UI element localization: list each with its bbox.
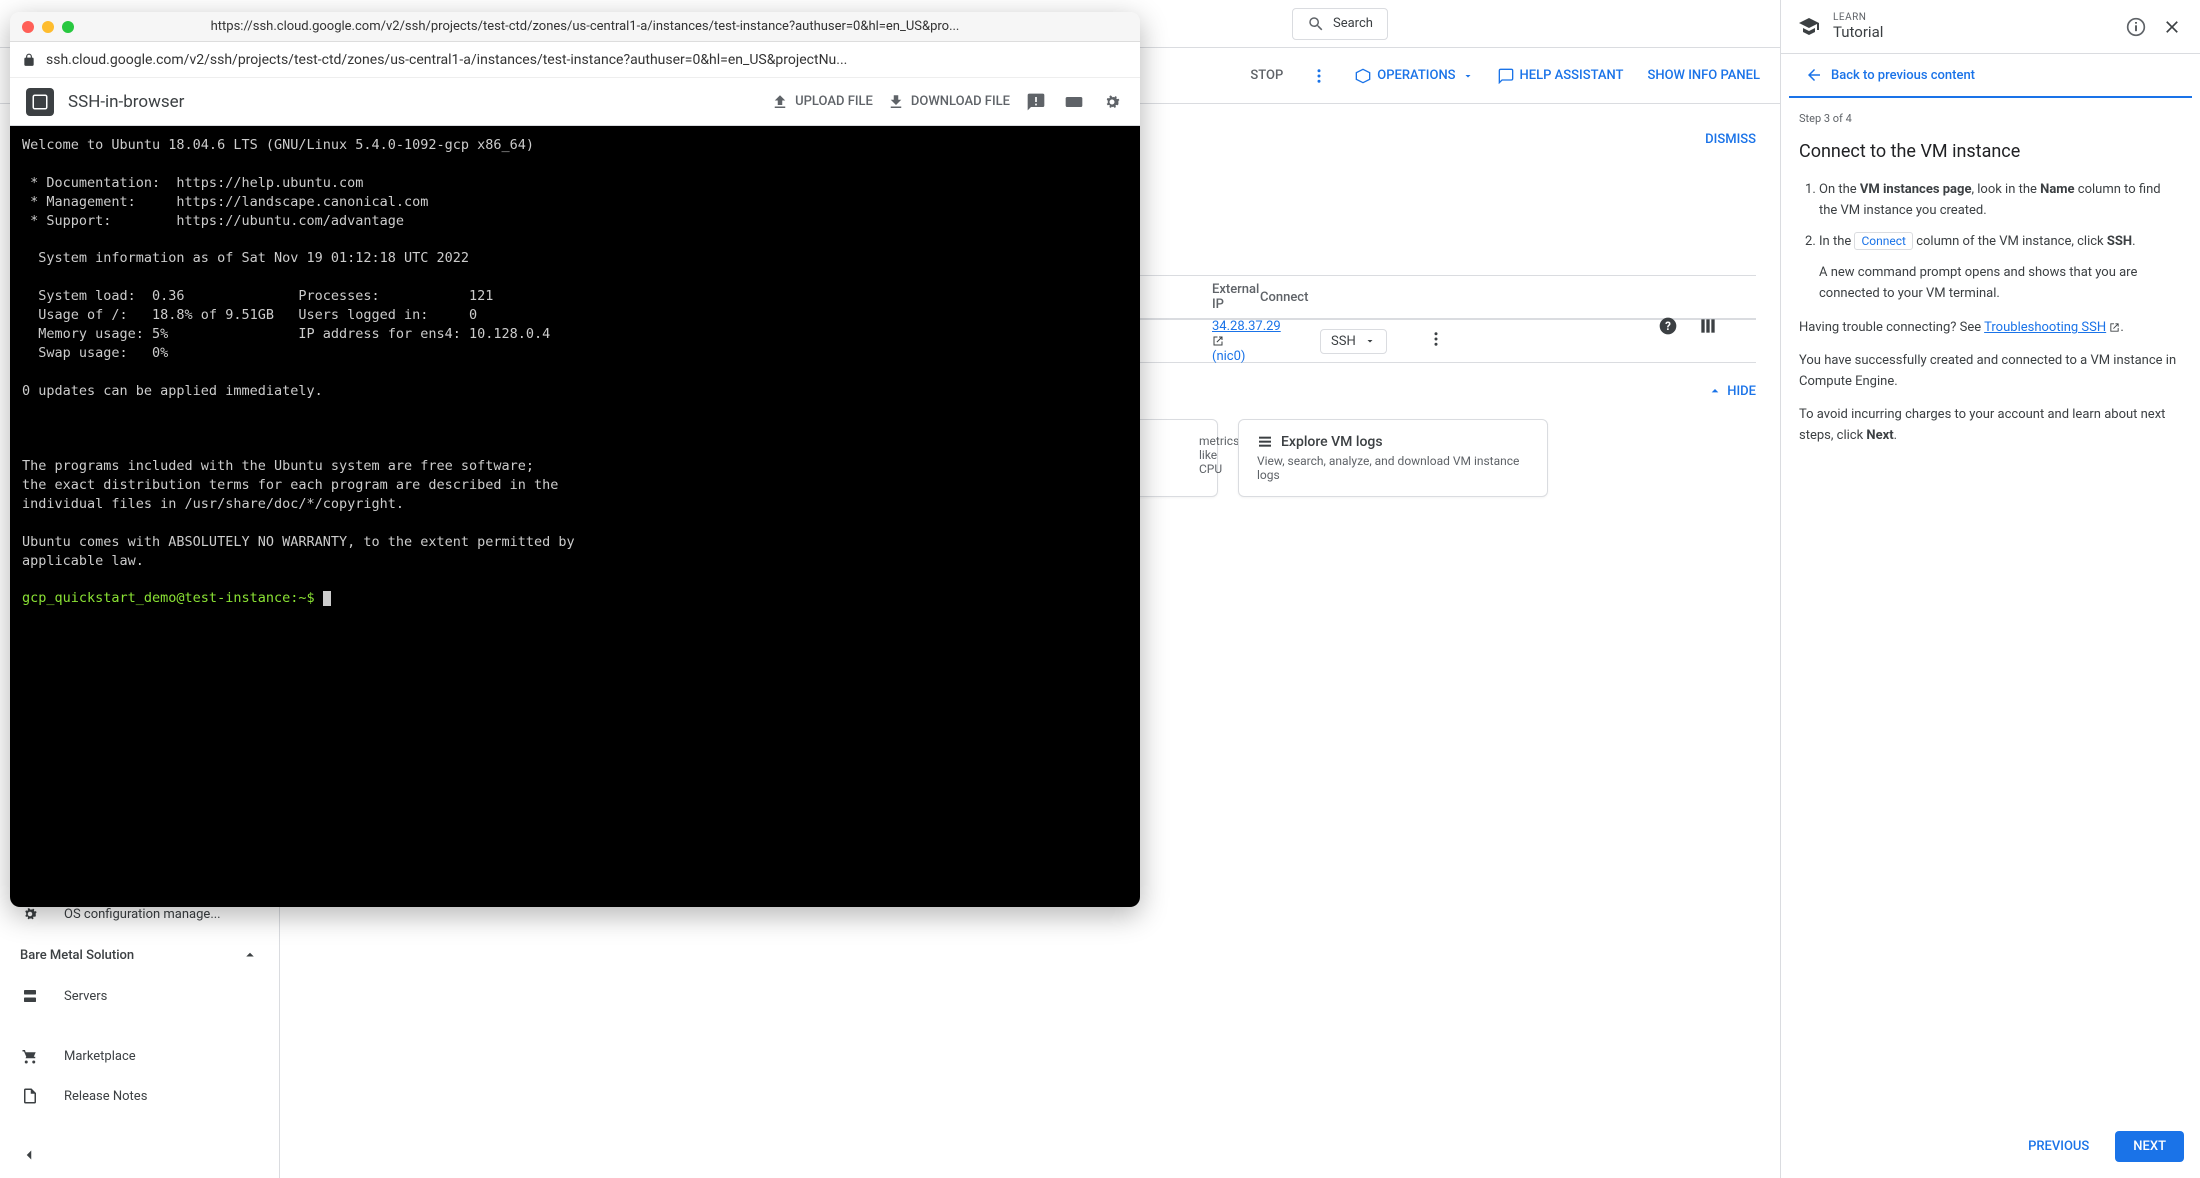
th-connect: Connect	[1212, 290, 1412, 305]
arrow-left-icon	[1805, 66, 1823, 84]
lock-icon	[22, 53, 36, 67]
stop-button[interactable]: STOP	[1250, 68, 1283, 83]
sidebar-item-release-notes[interactable]: Release Notes	[0, 1076, 279, 1116]
troubleshoot-text: Having trouble connecting? See Troublesh…	[1799, 318, 2182, 339]
feedback-icon[interactable]	[1024, 90, 1048, 114]
sidebar-item-label: Servers	[64, 989, 107, 1004]
ssh-connect-button[interactable]: SSH	[1320, 329, 1387, 354]
document-icon	[20, 1086, 40, 1106]
tutorial-title: Tutorial	[1833, 23, 2112, 41]
svg-text:?: ?	[1665, 319, 1671, 333]
terminal[interactable]: Welcome to Ubuntu 18.04.6 LTS (GNU/Linux…	[10, 126, 1140, 907]
columns-icon[interactable]	[1696, 314, 1720, 338]
sidebar-item-label: Release Notes	[64, 1089, 147, 1104]
ssh-window: https://ssh.cloud.google.com/v2/ssh/proj…	[10, 12, 1140, 907]
dismiss-button[interactable]: DISMISS	[1705, 132, 1756, 147]
url-text: ssh.cloud.google.com/v2/ssh/projects/tes…	[46, 52, 1128, 68]
cart-icon	[20, 1046, 40, 1066]
tutorial-panel: LEARN Tutorial Back to previous content …	[1780, 0, 2200, 1178]
search-icon	[1307, 15, 1325, 33]
logs-icon	[1257, 434, 1273, 450]
sidebar-section-bare-metal[interactable]: Bare Metal Solution	[0, 934, 279, 976]
chevron-down-icon	[1462, 70, 1474, 82]
sidebar-item-label: OS configuration manage...	[64, 907, 221, 922]
search-box[interactable]: Search	[1292, 8, 1388, 40]
ssh-logo-icon	[26, 88, 54, 116]
search-label: Search	[1333, 16, 1373, 31]
tutorial-info-icon[interactable]	[2124, 15, 2148, 39]
sidebar-item-marketplace[interactable]: Marketplace	[0, 1036, 279, 1076]
step-item-1: On the VM instances page, look in the Na…	[1819, 180, 2182, 222]
gear-icon	[20, 904, 40, 924]
mac-titlebar[interactable]: https://ssh.cloud.google.com/v2/ssh/proj…	[10, 12, 1140, 42]
overflow-menu-icon[interactable]	[1307, 64, 1331, 88]
settings-icon[interactable]	[1100, 90, 1124, 114]
connect-pill: Connect	[1854, 232, 1912, 250]
back-button[interactable]: Back to previous content	[1789, 54, 2192, 98]
sidebar-item-label: Marketplace	[64, 1049, 136, 1064]
ssh-app-title: SSH-in-browser	[68, 92, 757, 112]
troubleshoot-link[interactable]: Troubleshooting SSH	[1984, 320, 2106, 335]
step-counter: Step 3 of 4	[1799, 110, 2182, 128]
close-window-button[interactable]	[22, 21, 34, 33]
learn-label: LEARN	[1833, 12, 2112, 23]
show-info-panel-button[interactable]: SHOW INFO PANEL	[1647, 68, 1760, 83]
operations-button[interactable]: OPERATIONS	[1355, 68, 1473, 84]
previous-button[interactable]: PREVIOUS	[2014, 1131, 2103, 1162]
ssh-toolbar: SSH-in-browser UPLOAD FILE DOWNLOAD FILE	[10, 78, 1140, 126]
window-title: https://ssh.cloud.google.com/v2/ssh/proj…	[82, 19, 1128, 34]
chevron-left-icon	[20, 1146, 38, 1164]
sidebar-item-servers[interactable]: Servers	[0, 976, 279, 1016]
learn-icon	[1797, 15, 1821, 39]
maximize-window-button[interactable]	[62, 21, 74, 33]
chevron-up-icon	[1707, 383, 1723, 399]
row-menu-icon[interactable]	[1427, 330, 1445, 352]
explore-logs-card[interactable]: Explore VM logs View, search, analyze, a…	[1238, 419, 1548, 497]
minimize-window-button[interactable]	[42, 21, 54, 33]
keyboard-icon[interactable]	[1062, 90, 1086, 114]
collapse-sidebar-button[interactable]	[0, 1136, 58, 1178]
help-assistant-button[interactable]: HELP ASSISTANT	[1498, 68, 1624, 84]
close-tutorial-icon[interactable]	[2160, 15, 2184, 39]
browser-url-bar[interactable]: ssh.cloud.google.com/v2/ssh/projects/tes…	[10, 42, 1140, 78]
download-file-button[interactable]: DOWNLOAD FILE	[887, 93, 1010, 111]
step-item-2: In the Connect column of the VM instance…	[1819, 232, 2182, 304]
upload-file-button[interactable]: UPLOAD FILE	[771, 93, 873, 111]
success-text: You have successfully created and connec…	[1799, 351, 2182, 393]
download-icon	[887, 93, 905, 111]
server-icon	[20, 986, 40, 1006]
operations-icon	[1355, 68, 1371, 84]
table-help-icon[interactable]: ?	[1656, 314, 1680, 338]
hide-button[interactable]: HIDE	[1707, 383, 1756, 399]
upload-icon	[771, 93, 789, 111]
open-external-icon	[2109, 322, 2120, 333]
next-button[interactable]: NEXT	[2115, 1131, 2184, 1162]
avoid-text: To avoid incurring charges to your accou…	[1799, 405, 2182, 447]
chat-icon	[1498, 68, 1514, 84]
step-title: Connect to the VM instance	[1799, 138, 2182, 167]
chevron-up-icon	[241, 946, 259, 964]
chevron-down-icon	[1364, 335, 1376, 347]
